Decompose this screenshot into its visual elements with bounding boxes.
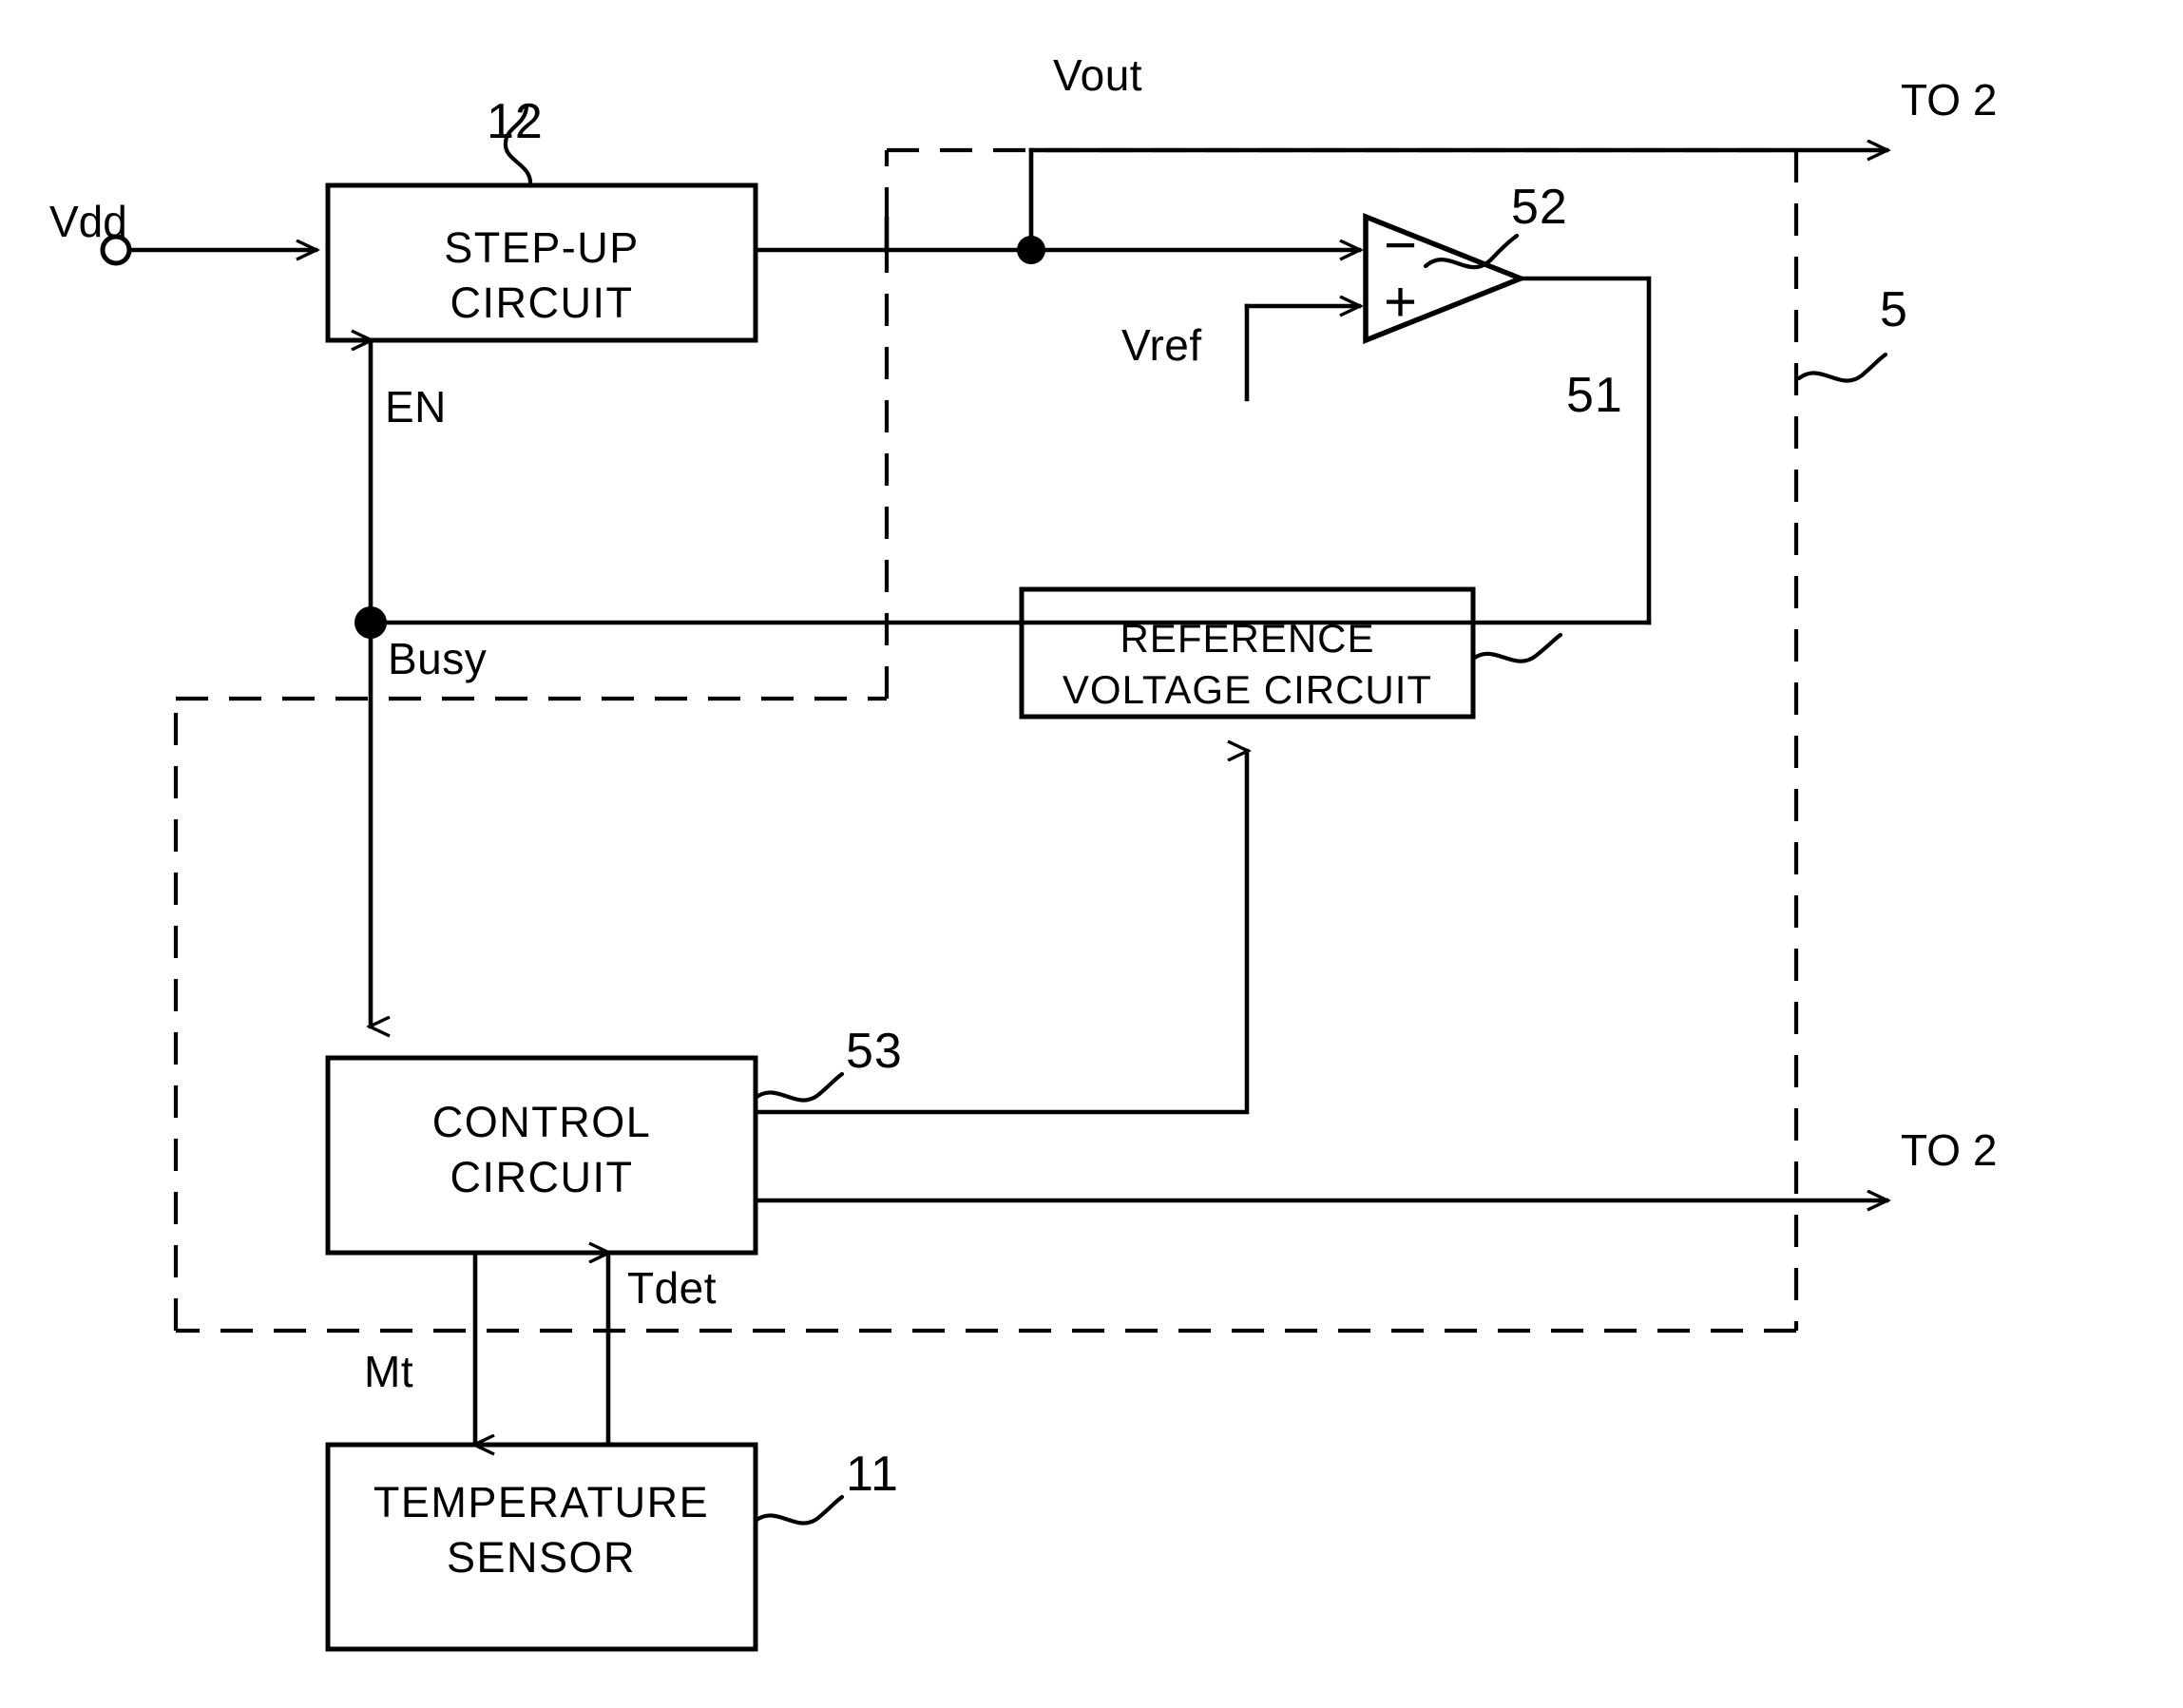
label-destination-top: TO 2: [1901, 75, 1998, 125]
block-label-step-up: STEP-UP CIRCUIT: [444, 223, 640, 327]
wire-comparator-output: [1518, 276, 1652, 625]
junction-dot-busy: [354, 606, 387, 639]
patent-figure: Vdd Vout TO 2 TO 2 STEP-UP CIRCUIT 12 RE…: [0, 0, 2183, 1708]
signal-label-vref: Vref: [1121, 320, 1202, 370]
block-label-temperature-sensor: TEMPERATURE SENSOR: [373, 1478, 710, 1582]
leader-51: [1470, 632, 1563, 663]
label-destination-bottom: TO 2: [1901, 1125, 1998, 1175]
leader-53: [753, 1071, 845, 1103]
signal-label-busy: Busy: [388, 634, 488, 683]
label-vdd: Vdd: [49, 197, 127, 246]
ref-number-12: 12: [487, 94, 544, 149]
leader-52: [1423, 233, 1520, 270]
ref-number-5: 5: [1880, 282, 1908, 337]
block-label-reference-voltage: REFERENCE VOLTAGE CIRCUIT: [1062, 616, 1433, 712]
comparator-minus-sign: −: [1384, 213, 1418, 277]
signal-label-mt: Mt: [364, 1347, 414, 1396]
junction-dot-vout: [1017, 236, 1045, 264]
ref-number-11: 11: [846, 1447, 899, 1502]
signal-label-tdet: Tdet: [627, 1263, 718, 1313]
label-vout: Vout: [1053, 50, 1143, 100]
ref-number-52: 52: [1511, 180, 1568, 235]
leader-11: [753, 1494, 845, 1526]
leader-5: [1796, 352, 1888, 383]
signal-label-en: EN: [385, 382, 447, 432]
wire-control-to-reference: [753, 751, 1247, 1115]
block-label-control: CONTROL CIRCUIT: [431, 1098, 652, 1201]
comparator-plus-sign: +: [1384, 270, 1418, 334]
ref-number-51: 51: [1566, 368, 1623, 423]
ref-number-53: 53: [846, 1024, 903, 1079]
